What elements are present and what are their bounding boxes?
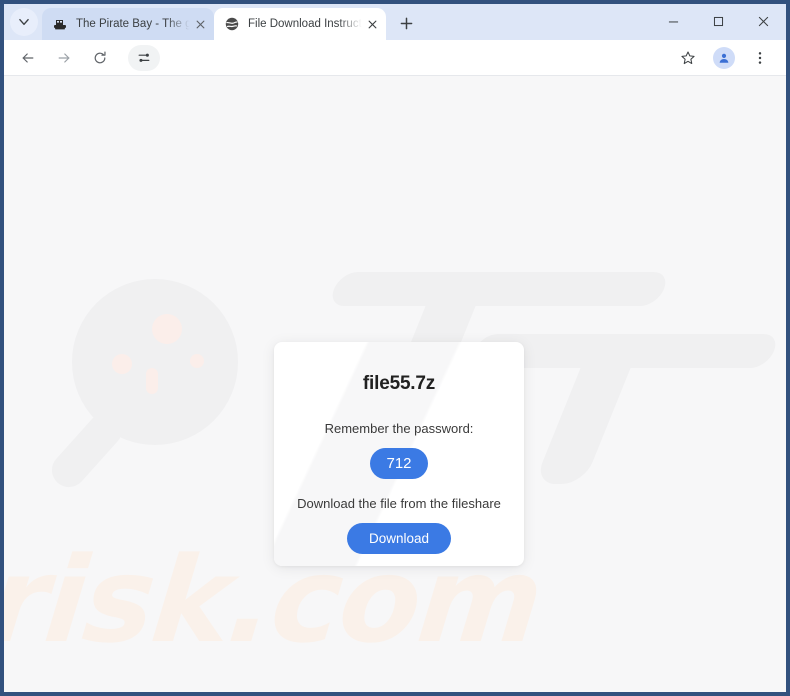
tab-search-button[interactable] bbox=[10, 8, 38, 36]
watermark-shape bbox=[327, 272, 671, 306]
avatar bbox=[713, 46, 735, 69]
password-badge[interactable]: 712 bbox=[370, 448, 428, 479]
globe-icon bbox=[224, 16, 240, 32]
download-button[interactable]: Download bbox=[346, 523, 452, 554]
browser-tab-2-title: File Download Instructions for bbox=[248, 18, 364, 30]
watermark-dot bbox=[112, 354, 132, 374]
plus-icon bbox=[400, 17, 412, 29]
watermark-dot bbox=[146, 368, 158, 394]
watermark-dot bbox=[190, 354, 204, 368]
window-minimize-button[interactable] bbox=[651, 4, 696, 38]
tab-strip: The Pirate Bay - The galaxy's m File Dow… bbox=[4, 4, 786, 40]
minimize-icon bbox=[668, 20, 679, 22]
forward-button[interactable] bbox=[49, 43, 79, 73]
new-tab-button[interactable] bbox=[392, 9, 420, 37]
person-icon bbox=[719, 53, 729, 63]
arrow-right-icon bbox=[58, 52, 70, 63]
browser-tab-2[interactable]: File Download Instructions for bbox=[214, 8, 386, 40]
reload-icon bbox=[94, 50, 106, 63]
chrome-menu-button[interactable] bbox=[745, 43, 775, 73]
maximize-icon bbox=[713, 16, 724, 26]
chevron-down-icon bbox=[19, 18, 29, 26]
watermark-dot bbox=[152, 314, 182, 344]
bookmark-button[interactable] bbox=[673, 43, 703, 73]
download-card: file55.7z Remember the password: 712 Dow… bbox=[274, 342, 524, 566]
browser-window: The Pirate Bay - The galaxy's m File Dow… bbox=[0, 0, 790, 696]
page-viewport: risk.com file55.7z Remember the password… bbox=[4, 76, 786, 692]
password-prompt-text: Remember the password: bbox=[324, 421, 474, 436]
close-icon bbox=[196, 20, 204, 28]
close-icon bbox=[758, 16, 769, 26]
browser-tab-1-close-button[interactable] bbox=[192, 16, 208, 32]
customize-chrome-button[interactable] bbox=[128, 44, 160, 71]
browser-tab-1[interactable]: The Pirate Bay - The galaxy's m bbox=[42, 8, 214, 40]
download-prompt-text: Download the file from the fileshare bbox=[297, 496, 501, 511]
arrow-left-icon bbox=[22, 52, 34, 63]
magnifier-handle-icon bbox=[44, 405, 130, 495]
window-controls bbox=[651, 4, 786, 38]
back-button[interactable] bbox=[13, 43, 43, 73]
browser-tab-1-title: The Pirate Bay - The galaxy's m bbox=[76, 18, 192, 30]
profile-button[interactable] bbox=[709, 43, 739, 73]
close-icon bbox=[368, 20, 376, 28]
reload-button[interactable] bbox=[85, 43, 115, 73]
browser-toolbar bbox=[4, 40, 786, 76]
file-name-heading: file55.7z bbox=[362, 373, 436, 394]
ship-icon bbox=[52, 16, 68, 32]
tune-icon bbox=[138, 53, 150, 62]
window-close-button[interactable] bbox=[741, 4, 786, 38]
three-dots-icon bbox=[758, 51, 762, 64]
browser-tab-2-close-button[interactable] bbox=[364, 16, 380, 32]
window-maximize-button[interactable] bbox=[696, 4, 741, 38]
star-icon bbox=[681, 50, 695, 64]
